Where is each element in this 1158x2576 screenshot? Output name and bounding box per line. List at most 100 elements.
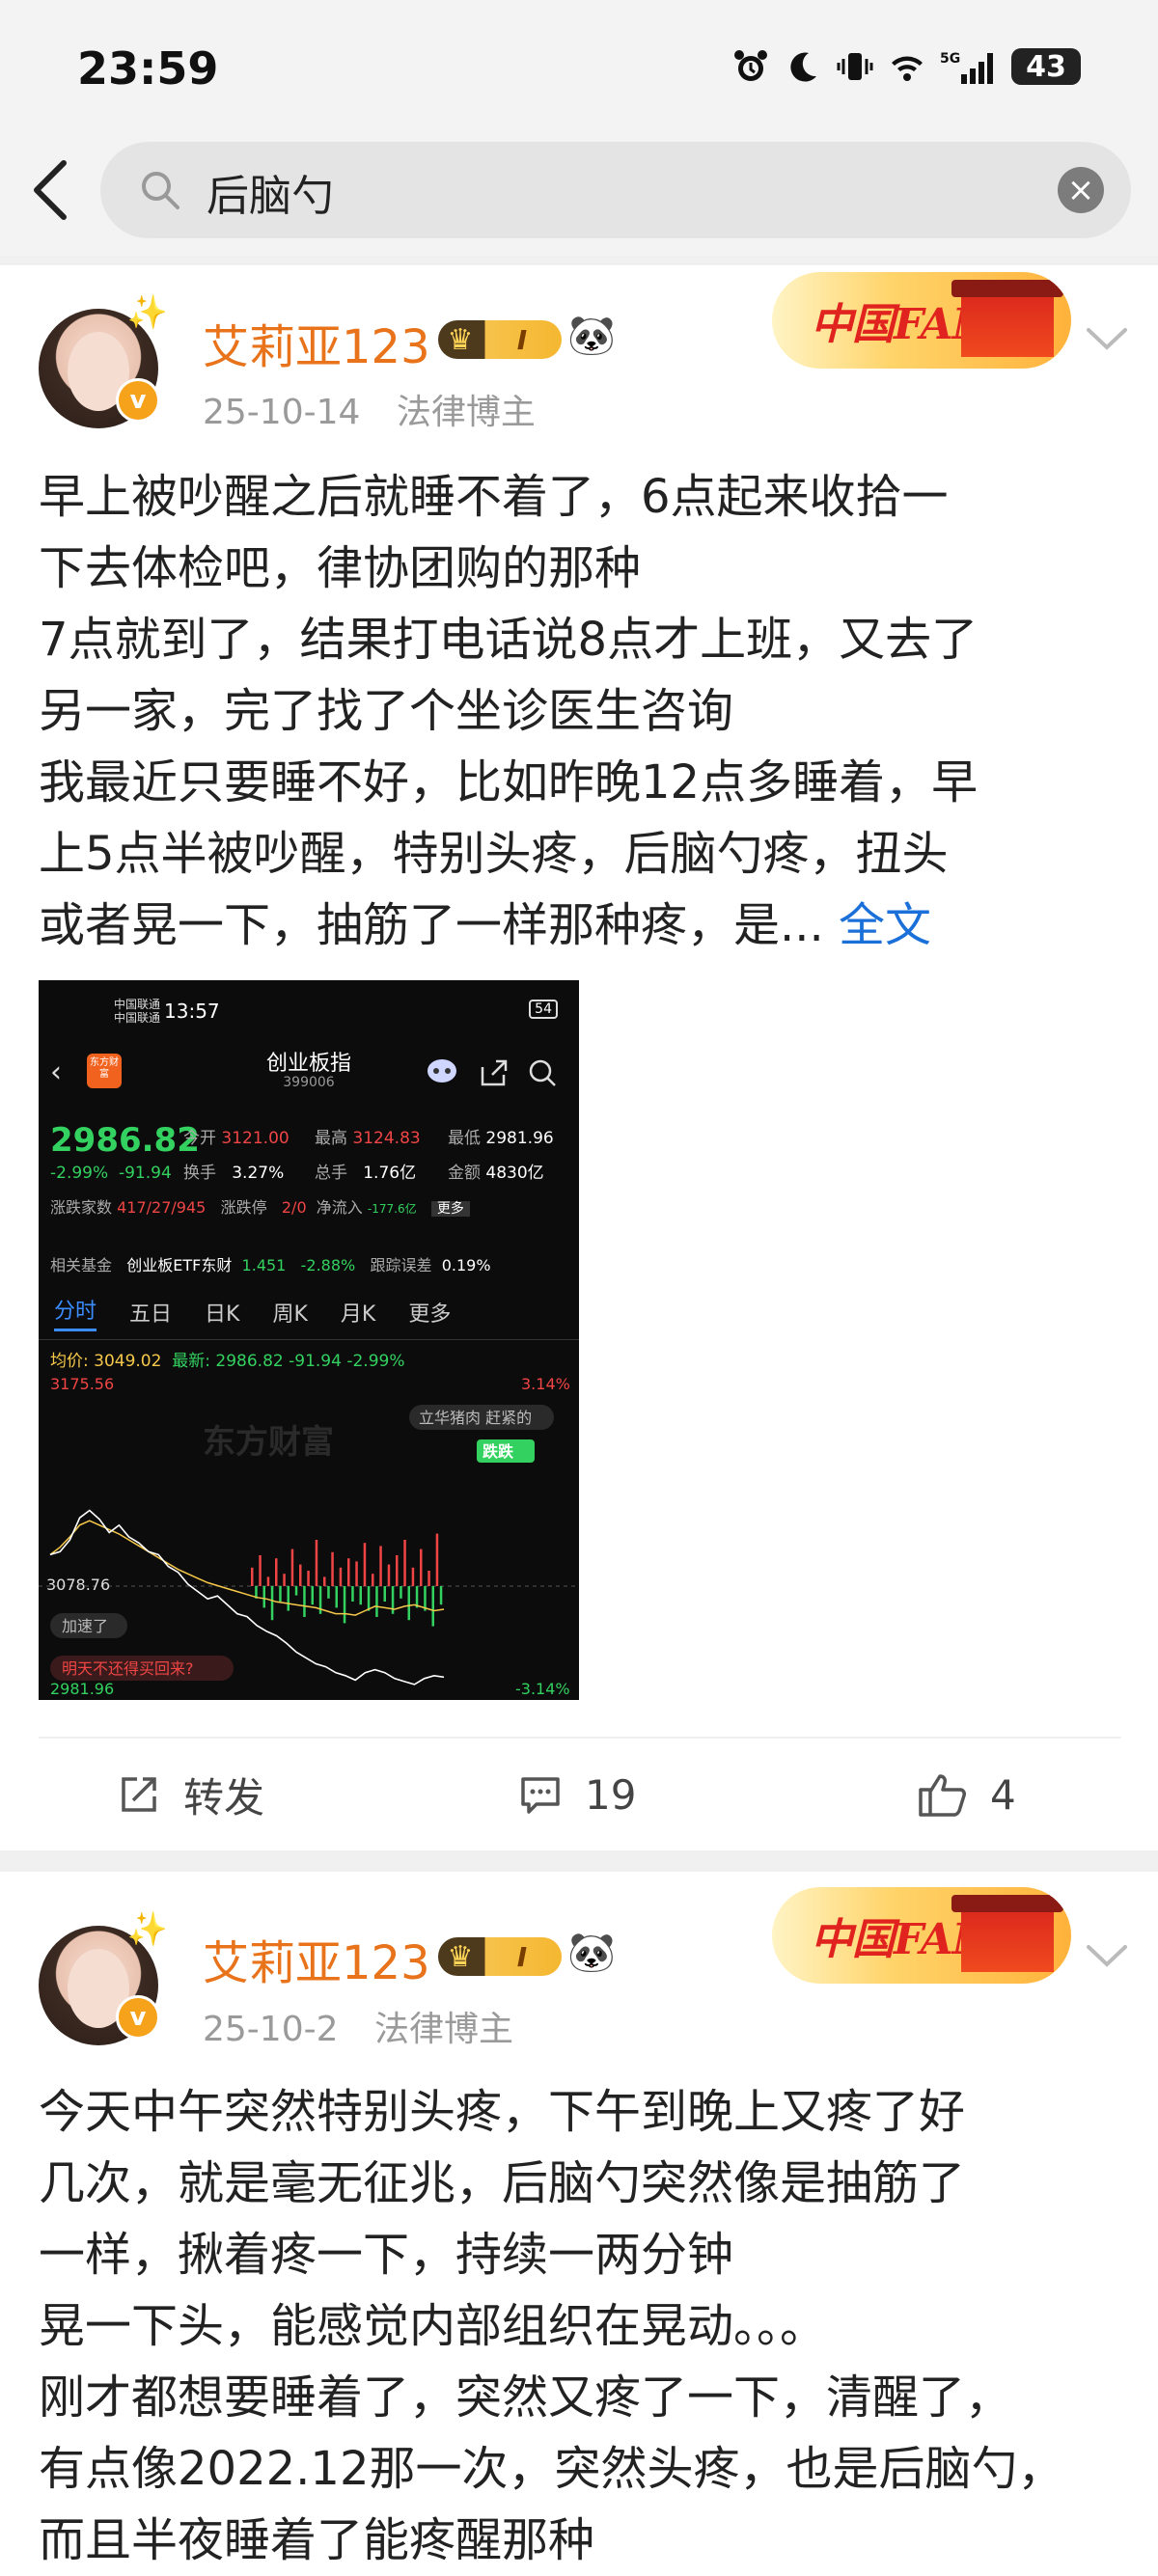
index-change: -2.99% -91.94 <box>50 1164 172 1183</box>
moon-icon <box>790 52 816 82</box>
index-price: 2986.82 <box>50 1121 200 1160</box>
volume-bar <box>287 1586 290 1611</box>
volume-bar <box>266 1576 270 1586</box>
vip-level: I <box>516 323 528 356</box>
volume-bar <box>375 1586 378 1617</box>
search-icon <box>142 172 179 209</box>
tab-more: 更多 <box>408 1302 452 1327</box>
crown-icon: ♛ <box>447 1939 474 1974</box>
volume-bar <box>283 1574 286 1586</box>
chevron-down-icon[interactable] <box>1083 324 1131 353</box>
volume-bar <box>383 1586 386 1602</box>
vip-badge[interactable]: ♛ I <box>438 320 562 359</box>
tab-daily: 日K <box>205 1302 240 1327</box>
repost-button[interactable]: 转发 <box>116 1741 264 1848</box>
vip-level: I <box>516 1940 528 1973</box>
avatar[interactable]: ✨ v <box>39 1910 168 2045</box>
volume-bar <box>363 1543 367 1586</box>
clear-icon[interactable]: × <box>1058 167 1104 213</box>
tab-weekly: 周K <box>272 1302 308 1327</box>
post-text-line: 早上被吵醒之后就睡不着了，6点起来收拾一 <box>39 470 949 524</box>
status-icons: 5G 43 <box>731 42 1081 91</box>
post-date: 25-10-14 <box>203 393 361 432</box>
fans-banner[interactable]: 中国FANS <box>772 1887 1071 1984</box>
post-text-line: 一样，揪着疼一下，持续一两分钟 <box>39 2228 734 2282</box>
avatar-decoration-icon: ✨ <box>126 1910 168 1949</box>
network-label: 5G <box>940 51 960 67</box>
chart-watermark: 东方财富 <box>203 1423 334 1462</box>
like-button[interactable]: 4 <box>917 1741 1016 1848</box>
post-text-line: 我最近只要睡不好，比如昨晚12点多睡着，早 <box>39 755 979 809</box>
chart-bottom-pct: -3.14% <box>515 1680 570 1698</box>
post-text-line: 刚才都想要睡着了，突然又疼了一下，清醒了， <box>39 2370 1012 2425</box>
post-text-line: 上5点半被吵醒，特别头疼，后脑勺疼，扭头 <box>39 827 949 881</box>
post-text-line: 7点就到了，结果打电话说8点才上班，又去了 <box>39 613 979 667</box>
volume-bar <box>367 1586 371 1611</box>
volume-bar <box>411 1567 415 1586</box>
chart-mid-price: 3078.76 <box>46 1576 110 1594</box>
volume-bar <box>290 1548 294 1586</box>
post-text-line-last: 或者晃一下，抽筋了一样那种疼，是... 全文 <box>39 890 1129 961</box>
volume-bar <box>279 1586 282 1602</box>
search-input[interactable]: 后脑勺 × <box>100 142 1131 238</box>
volume-bar <box>400 1586 402 1599</box>
volume-bar <box>403 1540 406 1586</box>
volume-bar <box>311 1586 314 1605</box>
panda-icon: 🐼 <box>567 314 616 358</box>
search-query: 后脑勺 <box>207 172 334 221</box>
avatar-decoration-icon: ✨ <box>126 293 168 332</box>
avatar[interactable]: ✨ v <box>39 293 168 428</box>
volume-bar <box>372 1574 374 1586</box>
stats-row-3: 涨跌家数 417/27/945 涨跌停 2/0 净流入 -177.6亿 更多 <box>50 1191 470 1226</box>
volume-bar <box>294 1586 298 1596</box>
divider <box>39 1737 1121 1739</box>
volume-bar <box>427 1571 430 1586</box>
post-action-bar: 转发 19 4 <box>0 1741 1158 1848</box>
volume-bar <box>435 1533 439 1586</box>
username[interactable]: 艾莉亚123 <box>203 1925 430 1992</box>
image-carrier: 中国联通 中国联通 <box>114 998 161 1025</box>
volume-bar <box>327 1586 330 1599</box>
fans-banner[interactable]: 中国FANS <box>772 272 1071 369</box>
image-search-icon <box>529 1059 556 1086</box>
image-back-icon: ‹ <box>50 1055 62 1089</box>
stats-col-3: 最低 2981.96 金额 4830亿 <box>448 1129 554 1183</box>
gate-icon <box>951 1895 1063 1972</box>
volume-bar <box>307 1571 310 1586</box>
chevron-down-icon[interactable] <box>1083 1941 1131 1970</box>
back-icon[interactable] <box>27 159 75 221</box>
comment-text: 加速了 <box>62 1617 108 1635</box>
tab-intraday: 分时 <box>54 1294 97 1331</box>
repost-icon <box>122 1777 156 1812</box>
chart-bottom-price: 2981.96 <box>50 1680 114 1698</box>
chart-top-price: 3175.56 <box>50 1375 114 1393</box>
post-meta: 25-10-14 法律博主 <box>203 384 561 434</box>
like-count: 4 <box>990 1770 1016 1819</box>
post-text-tail: 或者晃一下，抽筋了一样那种疼，是... <box>39 898 840 952</box>
post-meta: 25-10-2 法律博主 <box>203 2001 538 2051</box>
comment-button[interactable]: 19 <box>517 1741 636 1848</box>
gate-icon <box>951 280 1063 357</box>
image-status-bar: 中国联通 中国联通 13:57 54 <box>39 980 579 1028</box>
wifi-icon <box>892 56 923 81</box>
post-text-line: 另一家，完了找了个坐诊医生咨询 <box>39 684 734 738</box>
vip-badge[interactable]: ♛ I <box>438 1937 562 1976</box>
battery-indicator: 43 <box>1011 48 1081 85</box>
author-tag: 法律博主 <box>373 2010 513 2049</box>
post-image-stock-chart[interactable]: 中国联通 中国联通 13:57 54 创业板指 399006 ‹ 东方财富 298… <box>39 980 579 1700</box>
post-text-line: 今天中午突然特别头疼，下午到晚上又疼了好 <box>39 2085 966 2139</box>
comment-text: 立华猪肉 赶紧的 <box>419 1409 532 1427</box>
post-text-line: 几次，就是毫无征兆，后脑勺突然像是抽筋了 <box>39 2156 966 2210</box>
volume-bar <box>251 1567 254 1586</box>
post-text: 今天中午突然特别头疼，下午到晚上又疼了好 几次，就是毫无征兆，后脑勺突然像是抽筋… <box>39 2076 1129 2576</box>
volume-bar <box>379 1546 382 1586</box>
image-time: 13:57 <box>164 1000 220 1023</box>
volume-bar <box>355 1561 358 1586</box>
comment-text: 明天不还得买回来? <box>62 1659 194 1678</box>
vibrate-icon <box>837 53 873 80</box>
comment-text: 跌跌 <box>482 1442 514 1461</box>
post-text-line: 而且半夜睡着了能疼醒那种 <box>39 2513 595 2567</box>
username[interactable]: 艾莉亚123 <box>203 309 430 376</box>
comment-count: 19 <box>585 1770 637 1819</box>
full-text-link[interactable]: 全文 <box>839 898 931 952</box>
